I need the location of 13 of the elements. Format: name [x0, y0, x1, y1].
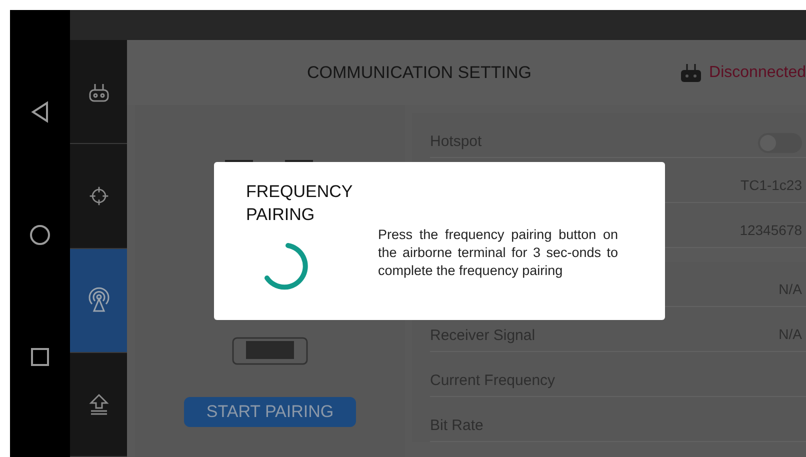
sidebar-tab[interactable]: [70, 248, 127, 353]
home-icon[interactable]: [29, 224, 51, 246]
start-pairing-button[interactable]: START PAIRING: [184, 397, 356, 427]
controller-icon: [679, 62, 704, 84]
dialog-title: FREQUENCY PAIRING: [246, 181, 354, 226]
crosshair-icon: [88, 184, 110, 207]
page-title: COMMUNICATION SETTING: [307, 62, 532, 84]
dialog-message: Press the frequency pairing button on the airborne terminal for 3 sec-onds to complete the frequency pairing: [378, 226, 618, 280]
upload-icon: [88, 392, 110, 416]
recents-icon[interactable]: [30, 346, 50, 366]
antenna-icon: [86, 287, 110, 314]
back-icon[interactable]: [30, 100, 50, 122]
connection-status: Disconnected: [709, 62, 806, 82]
